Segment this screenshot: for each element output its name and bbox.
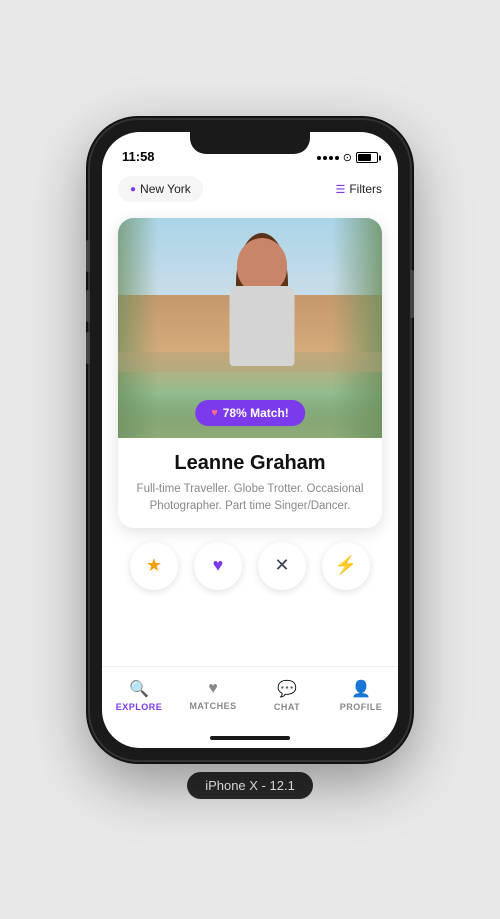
signal-dots xyxy=(317,156,339,160)
filter-icon: ☰ xyxy=(335,183,345,196)
volume-down-button xyxy=(86,332,90,364)
heart-icon: ♥ xyxy=(213,555,224,576)
match-badge: ♥ 78% Match! xyxy=(195,400,305,426)
nav-label-explore: EXPLORE xyxy=(116,702,163,712)
location-button[interactable]: ● New York xyxy=(118,176,203,202)
profile-info: Leanne Graham Full-time Traveller. Globe… xyxy=(118,438,382,528)
nav-label-profile: PROFILE xyxy=(340,702,383,712)
nav-item-matches[interactable]: ♥ MATCHES xyxy=(183,680,243,711)
nav-item-explore[interactable]: 🔍 EXPLORE xyxy=(109,679,169,712)
person-body xyxy=(230,286,295,366)
nav-label-matches: MATCHES xyxy=(189,701,236,711)
star-button[interactable]: ★ xyxy=(130,542,178,590)
nav-label-chat: CHAT xyxy=(274,702,300,712)
nav-item-chat[interactable]: 💬 CHAT xyxy=(257,679,317,712)
explore-icon: 🔍 xyxy=(129,679,149,699)
volume-up-button xyxy=(86,290,90,322)
phone-wrapper: 11:58 ⊙ ● New York ☰ xyxy=(90,120,410,799)
battery-icon xyxy=(356,152,378,163)
profile-bio: Full-time Traveller. Globe Trotter. Occa… xyxy=(130,481,370,516)
chat-icon: 💬 xyxy=(277,679,297,699)
match-percent: 78% Match! xyxy=(223,406,289,420)
filter-label: Filters xyxy=(349,182,382,196)
phone-notch xyxy=(190,132,310,154)
bolt-button[interactable]: ⚡ xyxy=(322,542,370,590)
device-label: iPhone X - 12.1 xyxy=(187,772,313,799)
person-head xyxy=(237,238,287,293)
status-icons: ⊙ xyxy=(317,151,378,164)
profile-icon: 👤 xyxy=(351,679,371,699)
match-heart-icon: ♥ xyxy=(211,407,218,419)
profile-name: Leanne Graham xyxy=(130,452,370,475)
phone-frame: 11:58 ⊙ ● New York ☰ xyxy=(90,120,410,760)
app-header: ● New York ☰ Filters xyxy=(102,168,398,210)
matches-icon: ♥ xyxy=(208,680,218,698)
location-label: New York xyxy=(140,182,191,196)
profile-card: ♥ 78% Match! Leanne Graham Full-time Tra… xyxy=(118,218,382,528)
wifi-icon: ⊙ xyxy=(343,151,352,164)
tree-right xyxy=(332,218,382,438)
cross-button[interactable]: ✕ xyxy=(258,542,306,590)
tree-left xyxy=(118,218,158,438)
phone-screen: 11:58 ⊙ ● New York ☰ xyxy=(102,132,398,748)
main-content: ♥ 78% Match! Leanne Graham Full-time Tra… xyxy=(102,210,398,666)
status-time: 11:58 xyxy=(122,149,155,164)
action-buttons: ★ ♥ ✕ ⚡ xyxy=(130,528,370,598)
star-icon: ★ xyxy=(146,555,162,576)
heart-button[interactable]: ♥ xyxy=(194,542,242,590)
home-bar xyxy=(210,736,290,740)
bottom-nav: 🔍 EXPLORE ♥ MATCHES 💬 CHAT 👤 PROFILE xyxy=(102,666,398,728)
profile-image: ♥ 78% Match! xyxy=(118,218,382,438)
nav-item-profile[interactable]: 👤 PROFILE xyxy=(331,679,391,712)
home-indicator xyxy=(102,728,398,748)
cross-icon: ✕ xyxy=(274,555,289,576)
bolt-icon: ⚡ xyxy=(335,555,357,576)
location-pin-icon: ● xyxy=(130,184,136,195)
filter-button[interactable]: ☰ Filters xyxy=(335,182,382,196)
